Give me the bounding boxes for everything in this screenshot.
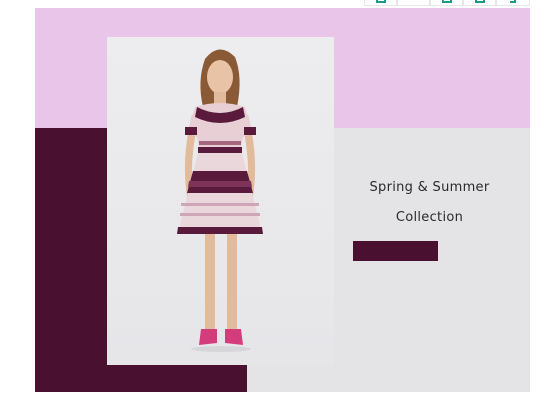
banner-title-line-1: Spring & Summer	[369, 180, 490, 195]
shop-now-button[interactable]	[353, 241, 438, 261]
collection-banner[interactable]: Spring & Summer Collection	[35, 8, 530, 392]
toolbar-button-2[interactable]	[397, 0, 430, 6]
top-toolbar	[364, 0, 530, 7]
search-icon	[510, 0, 516, 3]
toolbar-button-1[interactable]	[364, 0, 397, 6]
banner-caption: Spring & Summer Collection	[336, 173, 523, 233]
page: Spring & Summer Collection	[0, 0, 559, 409]
bookmark-icon	[375, 0, 386, 3]
bookmark-icon	[441, 0, 452, 3]
toolbar-button-4[interactable]	[463, 0, 496, 6]
toolbar-button-3[interactable]	[430, 0, 463, 6]
banner-title-line-2: Collection	[395, 210, 464, 225]
dress-model-illustration	[177, 49, 263, 352]
bookmark-icon	[474, 0, 485, 3]
model-photo[interactable]	[107, 37, 334, 365]
toolbar-button-5[interactable]	[496, 0, 530, 6]
